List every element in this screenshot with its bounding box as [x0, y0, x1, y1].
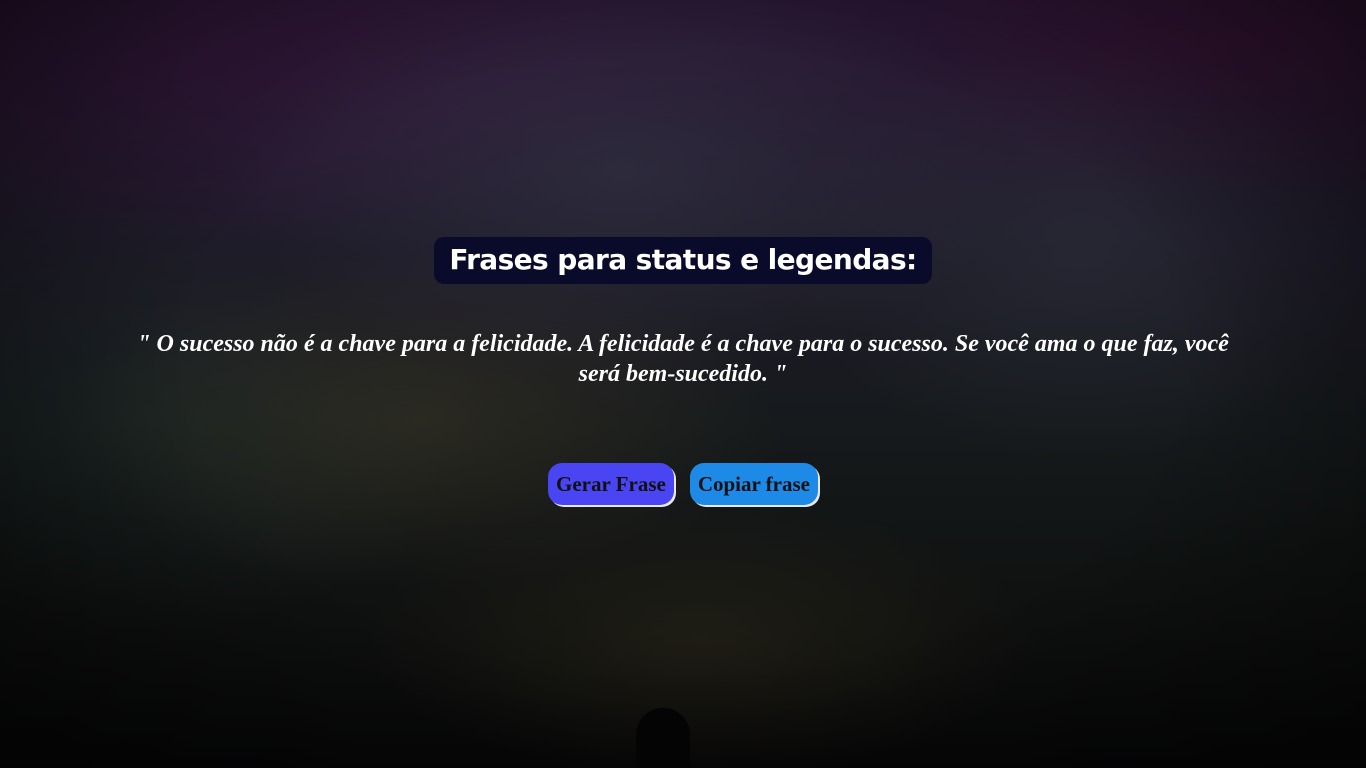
title-container: Frases para status e legendas:	[0, 237, 1366, 284]
generate-quote-button[interactable]: Gerar Frase	[548, 463, 674, 505]
page-title: Frases para status e legendas:	[434, 237, 932, 284]
quote-text: " O sucesso não é a chave para a felicid…	[137, 331, 1229, 387]
button-group: Gerar Frase Copiar frase	[0, 463, 1366, 505]
copy-quote-button[interactable]: Copiar frase	[689, 463, 818, 505]
main-content: Frases para status e legendas: " O suces…	[0, 0, 1366, 768]
